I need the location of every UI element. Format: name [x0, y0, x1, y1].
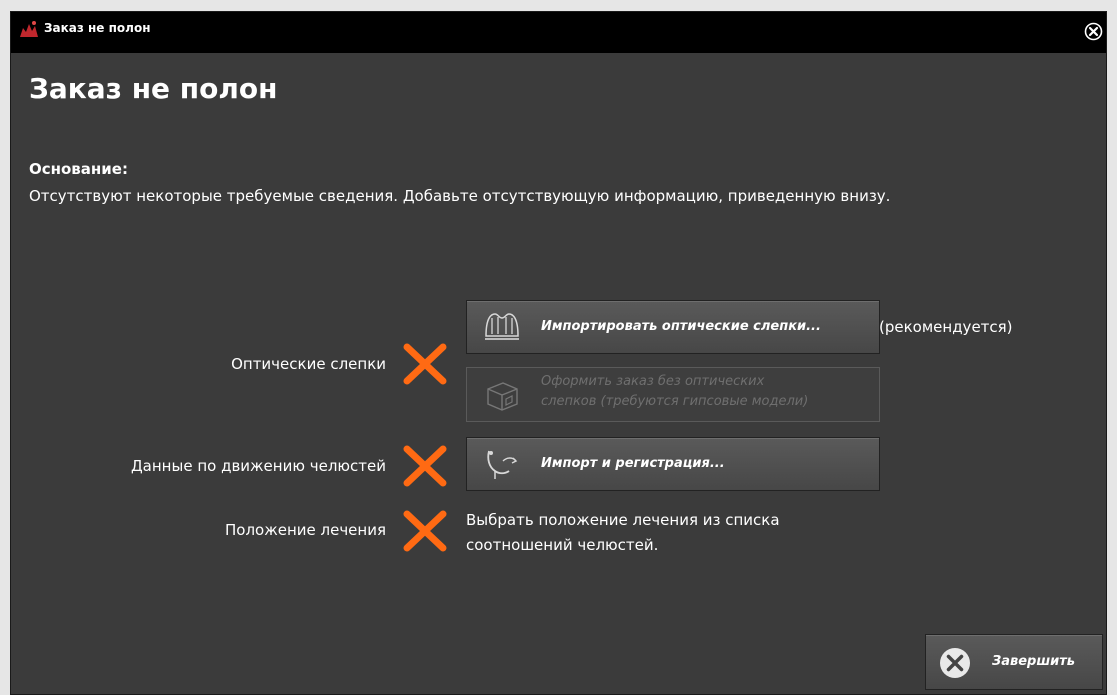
reason-label: Основание: — [29, 160, 128, 178]
treatment-position-hint: Выбрать положение лечения из списка соот… — [466, 508, 780, 558]
import-optical-impressions-button[interactable]: Импортировать оптические слепки... — [466, 300, 880, 354]
treatment-position-hint-line2: соотношений челюстей. — [466, 536, 659, 554]
page-title: Заказ не полон — [29, 72, 278, 105]
optical-impressions-label: Оптические слепки — [231, 355, 386, 373]
finish-button[interactable]: Завершить — [925, 634, 1103, 690]
order-without-optical-label-line2: слепков (требуются гипсовые модели) — [541, 394, 809, 409]
reason-text: Отсутствуют некоторые требуемые сведения… — [29, 187, 891, 205]
import-and-register-label: Импорт и регистрация... — [541, 456, 725, 471]
order-without-optical-button[interactable]: Оформить заказ без оптических слепков (т… — [466, 367, 880, 422]
box-icon — [487, 382, 518, 411]
app-logo-icon — [20, 21, 38, 37]
missing-x-icon — [403, 510, 447, 552]
dental-impression-icon — [485, 313, 519, 340]
close-icon[interactable] — [1084, 22, 1103, 41]
finish-button-label: Завершить — [992, 654, 1076, 669]
missing-x-icon — [403, 343, 447, 385]
import-optical-impressions-label: Импортировать оптические слепки... — [541, 319, 821, 334]
import-and-register-button[interactable]: Импорт и регистрация... — [466, 437, 880, 491]
order-without-optical-label-line1: Оформить заказ без оптических — [541, 374, 765, 389]
order-without-optical-label: Оформить заказ без оптических слепков (т… — [541, 372, 808, 412]
treatment-position-label: Положение лечения — [224, 521, 386, 539]
jaw-motion-data-label: Данные по движению челюстей — [130, 457, 386, 475]
treatment-position-hint-line1: Выбрать положение лечения из списка — [466, 511, 780, 529]
close-circle-icon — [940, 648, 970, 678]
incomplete-order-dialog: Заказ не полон Заказ не полон Основание:… — [10, 11, 1107, 695]
title-bar: Заказ не полон — [11, 12, 1106, 53]
jaw-tracking-icon — [487, 450, 518, 479]
missing-x-icon — [403, 445, 447, 487]
window-title: Заказ не полон — [44, 21, 151, 35]
recommended-note: (рекомендуется) — [879, 318, 1013, 336]
